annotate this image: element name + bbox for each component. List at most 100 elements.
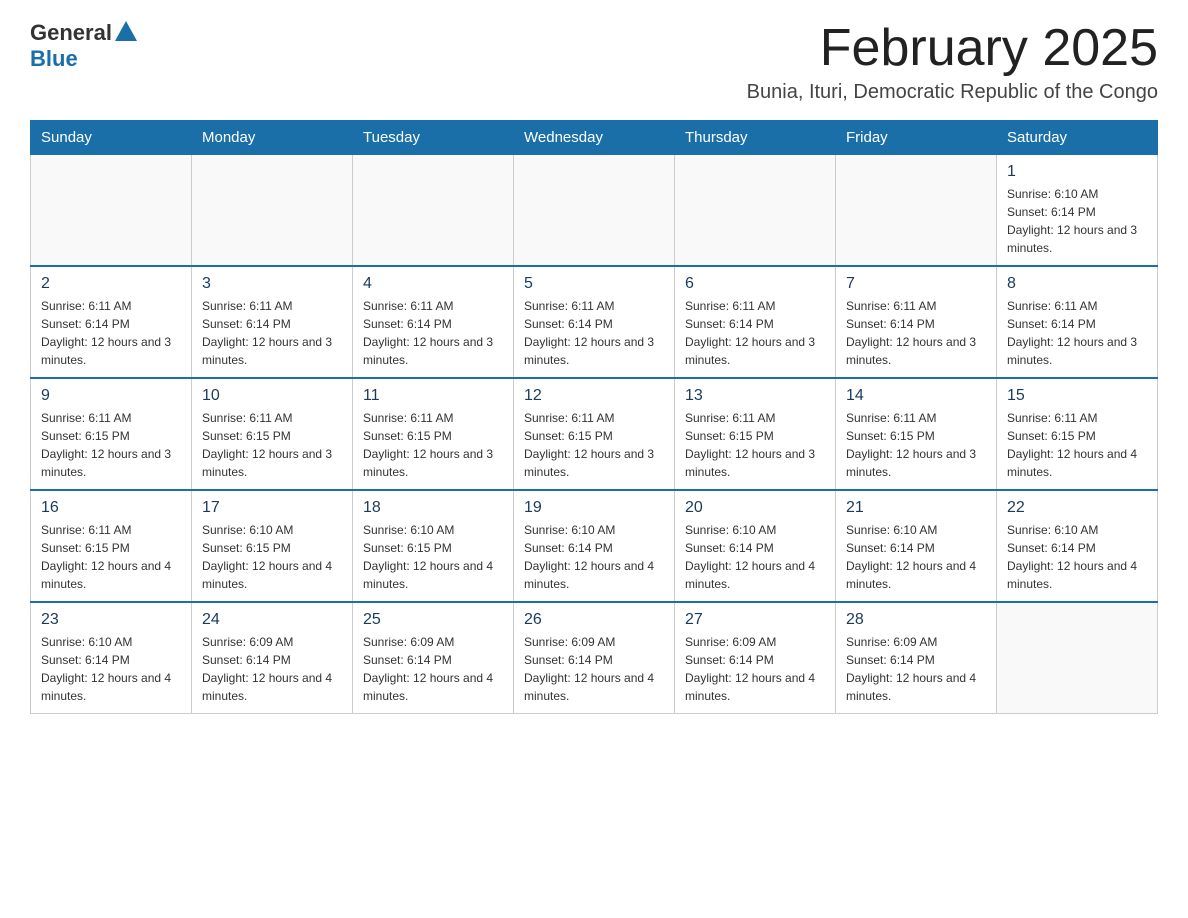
day-info: Sunrise: 6:10 AMSunset: 6:14 PMDaylight:…	[846, 521, 986, 593]
logo-general-text: General	[30, 20, 112, 46]
day-info: Sunrise: 6:11 AMSunset: 6:14 PMDaylight:…	[202, 297, 342, 369]
calendar-header-sunday: Sunday	[31, 121, 192, 155]
calendar-cell: 10Sunrise: 6:11 AMSunset: 6:15 PMDayligh…	[192, 378, 353, 490]
day-number: 28	[846, 611, 986, 629]
calendar-cell: 12Sunrise: 6:11 AMSunset: 6:15 PMDayligh…	[514, 378, 675, 490]
calendar-cell	[514, 155, 675, 267]
day-number: 10	[202, 387, 342, 405]
calendar-cell: 28 Sunrise: 6:09 AMSunset: 6:14 PMDayligh…	[836, 602, 997, 714]
day-info: Sunrise: 6:11 AMSunset: 6:14 PMDaylight:…	[685, 297, 825, 369]
calendar-header-monday: Monday	[192, 121, 353, 155]
day-number: 5	[524, 275, 664, 293]
calendar-cell: 27 Sunrise: 6:09 AMSunset: 6:14 PMDayligh…	[675, 602, 836, 714]
calendar-cell: 6Sunrise: 6:11 AMSunset: 6:14 PMDaylight…	[675, 266, 836, 378]
day-info: Sunrise: 6:11 AMSunset: 6:15 PMDaylight:…	[1007, 409, 1147, 481]
calendar-title: February 2025	[747, 20, 1158, 77]
day-info: Sunrise: 6:09 AMSunset: 6:14 PMDaylight:…	[846, 633, 986, 705]
calendar-header-friday: Friday	[836, 121, 997, 155]
day-info: Sunrise: 6:11 AMSunset: 6:15 PMDaylight:…	[41, 521, 181, 593]
calendar-cell: 15 Sunrise: 6:11 AMSunset: 6:15 PMDayligh…	[997, 378, 1158, 490]
day-number: 3	[202, 275, 342, 293]
day-info: Sunrise: 6:11 AMSunset: 6:14 PMDaylight:…	[41, 297, 181, 369]
calendar-week-2: 2Sunrise: 6:11 AMSunset: 6:14 PMDaylight…	[31, 266, 1158, 378]
calendar-cell: 23 Sunrise: 6:10 AMSunset: 6:14 PMDayligh…	[31, 602, 192, 714]
calendar-cell	[997, 602, 1158, 714]
calendar-cell: 22 Sunrise: 6:10 AMSunset: 6:14 PMDayligh…	[997, 490, 1158, 602]
day-number: 23	[41, 611, 181, 629]
day-info: Sunrise: 6:11 AMSunset: 6:14 PMDaylight:…	[1007, 297, 1147, 369]
day-number: 27	[685, 611, 825, 629]
day-info: Sunrise: 6:10 AMSunset: 6:15 PMDaylight:…	[202, 521, 342, 593]
day-info: Sunrise: 6:11 AMSunset: 6:15 PMDaylight:…	[41, 409, 181, 481]
calendar-cell: 1 Sunrise: 6:10 AMSunset: 6:14 PMDaylight…	[997, 155, 1158, 267]
day-info: Sunrise: 6:10 AMSunset: 6:14 PMDaylight:…	[1007, 185, 1147, 257]
day-info: Sunrise: 6:11 AMSunset: 6:15 PMDaylight:…	[685, 409, 825, 481]
calendar-header-thursday: Thursday	[675, 121, 836, 155]
calendar-cell: 24Sunrise: 6:09 AMSunset: 6:14 PMDayligh…	[192, 602, 353, 714]
calendar-cell: 14 Sunrise: 6:11 AMSunset: 6:15 PMDayligh…	[836, 378, 997, 490]
day-number: 13	[685, 387, 825, 405]
day-number: 18	[363, 499, 503, 517]
calendar-week-3: 9Sunrise: 6:11 AMSunset: 6:15 PMDaylight…	[31, 378, 1158, 490]
logo-triangle-icon	[115, 21, 137, 41]
header: General Blue February 2025 Bunia, Ituri,…	[30, 20, 1158, 104]
day-number: 21	[846, 499, 986, 517]
day-number: 7	[846, 275, 986, 293]
day-info: Sunrise: 6:11 AMSunset: 6:15 PMDaylight:…	[846, 409, 986, 481]
day-number: 24	[202, 611, 342, 629]
logo: General Blue	[30, 20, 137, 72]
day-number: 16	[41, 499, 181, 517]
calendar-cell: 2Sunrise: 6:11 AMSunset: 6:14 PMDaylight…	[31, 266, 192, 378]
day-number: 4	[363, 275, 503, 293]
calendar-cell: 26Sunrise: 6:09 AMSunset: 6:14 PMDayligh…	[514, 602, 675, 714]
day-info: Sunrise: 6:10 AMSunset: 6:14 PMDaylight:…	[685, 521, 825, 593]
day-info: Sunrise: 6:09 AMSunset: 6:14 PMDaylight:…	[524, 633, 664, 705]
calendar-header-tuesday: Tuesday	[353, 121, 514, 155]
day-number: 1	[1007, 163, 1147, 181]
calendar-cell: 3 Sunrise: 6:11 AMSunset: 6:14 PMDaylight…	[192, 266, 353, 378]
day-info: Sunrise: 6:10 AMSunset: 6:14 PMDaylight:…	[524, 521, 664, 593]
day-info: Sunrise: 6:11 AMSunset: 6:14 PMDaylight:…	[524, 297, 664, 369]
calendar-subtitle: Bunia, Ituri, Democratic Republic of the…	[747, 81, 1158, 104]
day-number: 19	[524, 499, 664, 517]
day-info: Sunrise: 6:11 AMSunset: 6:15 PMDaylight:…	[363, 409, 503, 481]
day-info: Sunrise: 6:11 AMSunset: 6:14 PMDaylight:…	[363, 297, 503, 369]
calendar-week-1: 1 Sunrise: 6:10 AMSunset: 6:14 PMDaylight…	[31, 155, 1158, 267]
calendar-cell: 21 Sunrise: 6:10 AMSunset: 6:14 PMDayligh…	[836, 490, 997, 602]
calendar-cell: 25 Sunrise: 6:09 AMSunset: 6:14 PMDayligh…	[353, 602, 514, 714]
calendar-cell	[31, 155, 192, 267]
day-info: Sunrise: 6:10 AMSunset: 6:14 PMDaylight:…	[1007, 521, 1147, 593]
day-number: 12	[524, 387, 664, 405]
calendar-cell: 17 Sunrise: 6:10 AMSunset: 6:15 PMDayligh…	[192, 490, 353, 602]
day-number: 8	[1007, 275, 1147, 293]
day-number: 15	[1007, 387, 1147, 405]
day-info: Sunrise: 6:09 AMSunset: 6:14 PMDaylight:…	[363, 633, 503, 705]
calendar-cell: 19 Sunrise: 6:10 AMSunset: 6:14 PMDayligh…	[514, 490, 675, 602]
calendar-header-saturday: Saturday	[997, 121, 1158, 155]
calendar-week-4: 16 Sunrise: 6:11 AMSunset: 6:15 PMDayligh…	[31, 490, 1158, 602]
calendar-cell	[353, 155, 514, 267]
day-info: Sunrise: 6:10 AMSunset: 6:15 PMDaylight:…	[363, 521, 503, 593]
day-number: 14	[846, 387, 986, 405]
calendar-cell: 8 Sunrise: 6:11 AMSunset: 6:14 PMDaylight…	[997, 266, 1158, 378]
calendar-cell: 20Sunrise: 6:10 AMSunset: 6:14 PMDayligh…	[675, 490, 836, 602]
calendar-table: SundayMondayTuesdayWednesdayThursdayFrid…	[30, 120, 1158, 714]
day-number: 25	[363, 611, 503, 629]
calendar-header-row: SundayMondayTuesdayWednesdayThursdayFrid…	[31, 121, 1158, 155]
day-number: 17	[202, 499, 342, 517]
day-info: Sunrise: 6:09 AMSunset: 6:14 PMDaylight:…	[685, 633, 825, 705]
title-block: February 2025 Bunia, Ituri, Democratic R…	[747, 20, 1158, 104]
calendar-cell: 16 Sunrise: 6:11 AMSunset: 6:15 PMDayligh…	[31, 490, 192, 602]
calendar-cell: 7 Sunrise: 6:11 AMSunset: 6:14 PMDaylight…	[836, 266, 997, 378]
calendar-cell: 18 Sunrise: 6:10 AMSunset: 6:15 PMDayligh…	[353, 490, 514, 602]
calendar-cell	[836, 155, 997, 267]
calendar-cell	[192, 155, 353, 267]
calendar-cell: 4 Sunrise: 6:11 AMSunset: 6:14 PMDaylight…	[353, 266, 514, 378]
calendar-cell	[675, 155, 836, 267]
day-info: Sunrise: 6:11 AMSunset: 6:14 PMDaylight:…	[846, 297, 986, 369]
day-number: 22	[1007, 499, 1147, 517]
day-info: Sunrise: 6:10 AMSunset: 6:14 PMDaylight:…	[41, 633, 181, 705]
calendar-cell: 13 Sunrise: 6:11 AMSunset: 6:15 PMDayligh…	[675, 378, 836, 490]
calendar-week-5: 23 Sunrise: 6:10 AMSunset: 6:14 PMDayligh…	[31, 602, 1158, 714]
logo-blue-text: Blue	[30, 46, 78, 71]
